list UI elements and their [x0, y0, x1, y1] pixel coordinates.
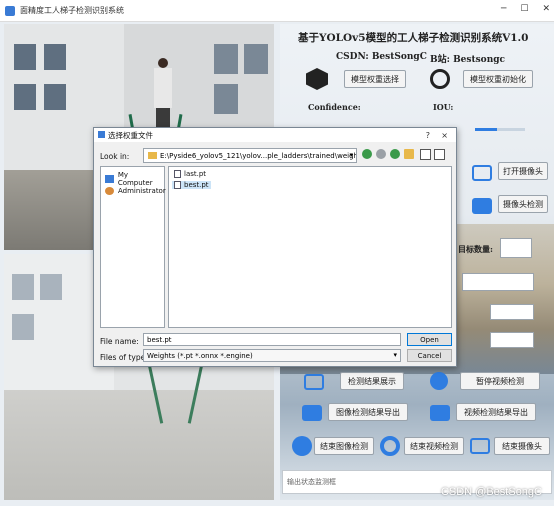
coord-box-2	[490, 332, 534, 348]
file-list: last.pt best.pt	[168, 166, 452, 328]
dialog-title: 选择权重文件	[108, 130, 153, 140]
open-camera-button[interactable]: 打开摄像头	[498, 162, 548, 180]
place-my-computer[interactable]: My Computer	[105, 171, 164, 187]
open-button[interactable]: Open	[407, 333, 452, 346]
nav-buttons	[362, 149, 414, 159]
file-icon	[174, 181, 181, 189]
check-icon	[292, 436, 312, 456]
gear-icon	[430, 69, 450, 89]
iou-slider-fill	[475, 128, 497, 131]
chevron-down-icon[interactable]: ▾	[349, 151, 353, 159]
export-video-icon	[430, 405, 450, 421]
confidence-label: Confidence:	[308, 102, 361, 112]
file-name-label: File name:	[100, 337, 139, 346]
file-name-input[interactable]: best.pt	[143, 333, 401, 346]
target-select[interactable]	[462, 273, 534, 291]
user-icon	[105, 187, 114, 195]
target-count-box	[500, 238, 532, 258]
pause-icon	[430, 372, 448, 390]
camera-detect-button[interactable]: 摄像头检测	[498, 195, 548, 213]
new-folder-icon[interactable]	[404, 149, 414, 159]
file-label: best.pt	[184, 181, 209, 189]
look-in-label: Look in:	[100, 152, 130, 161]
camera-off-icon	[470, 438, 490, 454]
file-icon	[174, 170, 181, 178]
file-type-label: Files of type:	[100, 353, 148, 362]
watermark: CSDN @BestSongC	[440, 486, 542, 498]
csdn-label: CSDN: BestSongC	[336, 52, 427, 62]
place-administrator[interactable]: Administrator	[105, 187, 166, 195]
dialog-titlebar: 选择权重文件 ? ×	[94, 128, 456, 142]
chevron-down-icon[interactable]: ▾	[393, 351, 397, 359]
list-view-icon[interactable]	[420, 149, 431, 160]
cube-icon	[306, 68, 328, 90]
file-item-best[interactable]: best.pt	[172, 181, 211, 189]
target-count-label: 目标数量:	[458, 244, 493, 254]
minimize-icon[interactable]: ─	[501, 4, 506, 14]
file-type-select[interactable]: Weights (*.pt *.onnx *.engine) ▾	[143, 349, 401, 362]
window-title: 面精度工人梯子检测识别系统	[20, 6, 124, 15]
model-init-button[interactable]: 模型权重初始化	[463, 70, 533, 88]
pause-video-button[interactable]: 暂停视频检测	[460, 372, 540, 390]
iou-label: IOU:	[433, 102, 454, 112]
coord-box-1	[490, 304, 534, 320]
camera-icon	[472, 165, 492, 181]
bilibili-label: B站: Bestsongc	[430, 55, 506, 65]
close-icon[interactable]: ✕	[542, 4, 550, 14]
forward-icon[interactable]	[376, 149, 386, 159]
look-in-path: E:\Pyside6_yolov5_121\yolov...ple_ladder…	[160, 152, 357, 160]
places-sidebar: My Computer Administrator	[100, 166, 166, 328]
end-image-button[interactable]: 结束图像检测	[314, 437, 374, 455]
file-type-value: Weights (*.pt *.onnx *.engine)	[147, 352, 253, 360]
back-icon[interactable]	[362, 149, 372, 159]
stop-icon	[380, 436, 400, 456]
look-in-select[interactable]: E:\Pyside6_yolov5_121\yolov...ple_ladder…	[143, 148, 357, 163]
maximize-icon[interactable]: ☐	[520, 4, 528, 14]
window-controls: ─ ☐ ✕	[501, 4, 550, 14]
system-title: 基于YOLOv5模型的工人梯子检测识别系统V1.0	[298, 32, 529, 44]
export-video-button[interactable]: 视频检测结果导出	[456, 403, 536, 421]
show-result-button[interactable]: 检测结果展示	[340, 372, 404, 390]
video-camera-icon	[472, 198, 492, 214]
up-folder-icon[interactable]	[390, 149, 400, 159]
export-image-button[interactable]: 图像检测结果导出	[328, 403, 408, 421]
detail-view-icon[interactable]	[434, 149, 445, 160]
window-titlebar: 面精度工人梯子检测识别系统 ─ ☐ ✕	[0, 0, 554, 22]
view-buttons	[420, 149, 445, 160]
end-camera-button[interactable]: 结束摄像头	[494, 437, 550, 455]
computer-icon	[105, 175, 114, 183]
export-image-icon	[302, 405, 322, 421]
dialog-close-icon[interactable]: ×	[441, 131, 448, 140]
cancel-button[interactable]: Cancel	[407, 349, 452, 362]
file-item-last[interactable]: last.pt	[172, 170, 208, 178]
folder-icon	[148, 152, 157, 159]
end-video-button[interactable]: 结束视频检测	[404, 437, 464, 455]
model-select-button[interactable]: 模型权重选择	[344, 70, 406, 88]
file-label: last.pt	[184, 170, 207, 178]
dialog-app-icon	[98, 131, 105, 138]
app-icon	[5, 5, 15, 16]
help-icon[interactable]: ?	[426, 131, 430, 140]
place-label: My Computer	[117, 171, 153, 187]
chart-icon	[304, 374, 324, 390]
file-dialog: 选择权重文件 ? × Look in: E:\Pyside6_yolov5_12…	[93, 127, 457, 367]
place-label: Administrator	[118, 187, 166, 195]
